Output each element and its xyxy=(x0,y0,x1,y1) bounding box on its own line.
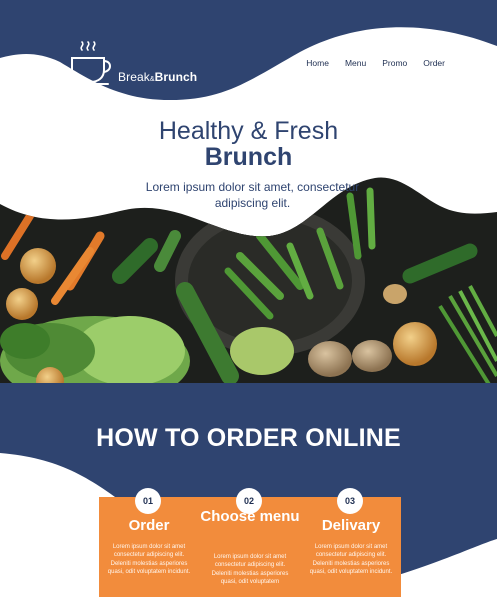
step-description: Lorem ipsum dolor sit amet consectetur a… xyxy=(309,544,393,575)
order-steps-panel: 01 Order Lorem ipsum dolor sit amet cons… xyxy=(99,488,401,597)
hero-title-line2: Brunch xyxy=(204,143,293,171)
nav-menu[interactable]: Menu xyxy=(345,58,366,68)
hero-title-line1: Healthy & Fresh xyxy=(158,117,339,145)
step-title: Order xyxy=(128,517,170,534)
step-number-badge: 03 xyxy=(337,488,363,514)
main-nav: Home Menu Promo Order xyxy=(306,58,445,68)
step-description: Lorem ipsum dolor sit amet consectetur a… xyxy=(107,544,191,575)
step-title: Choose menu xyxy=(200,508,300,525)
nav-order[interactable]: Order xyxy=(423,58,445,68)
coffee-cup-icon xyxy=(68,41,111,85)
brand-name: Break&Brunch xyxy=(118,70,198,84)
nav-promo[interactable]: Promo xyxy=(382,58,407,68)
hero-title: Healthy & Fresh Brunch xyxy=(0,118,497,170)
order-section-title: HOW TO ORDER ONLINE xyxy=(96,424,401,452)
nav-home[interactable]: Home xyxy=(306,58,329,68)
step-title: Delivary xyxy=(321,517,381,534)
step-number-badge: 01 xyxy=(135,488,161,514)
page: Break&Brunch Home Menu Promo Order Healt… xyxy=(0,0,497,597)
brand-logo[interactable]: Break&Brunch xyxy=(68,40,197,86)
step-description: Lorem ipsum dolor sit amet consectetur a… xyxy=(211,554,289,585)
hero-subtitle: Lorem ipsum dolor sit amet, consectetur … xyxy=(145,180,360,210)
